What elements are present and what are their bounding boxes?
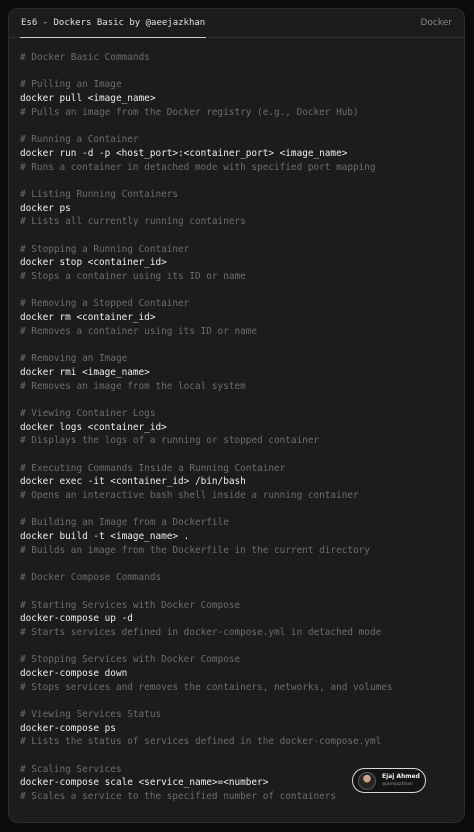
- code-line-comment: # Pulls an image from the Docker registr…: [20, 106, 359, 118]
- code-line-command: docker rmi <image_name>: [20, 366, 150, 378]
- code-line-comment: # Docker Compose Commands: [20, 572, 162, 584]
- code-line-comment: # Stops services and removes the contain…: [20, 681, 393, 693]
- code-line-comment: # Removing a Stopped Container: [20, 298, 190, 310]
- code-line-comment: # Running a Container: [20, 134, 139, 146]
- avatar: [358, 772, 376, 790]
- author-badge[interactable]: Ejaj Ahmed @aeejazkhan: [352, 768, 426, 793]
- code-line-comment: # Runs a container in detached mode with…: [20, 161, 376, 173]
- code-line-comment: # Pulling an Image: [20, 79, 122, 91]
- code-line-comment: # Docker Basic Commands: [20, 52, 150, 63]
- code-line-comment: # Stopping Services with Docker Compose: [20, 654, 241, 666]
- code-line-comment: # Lists all currently running containers: [20, 216, 246, 228]
- code-line-command: docker ps: [20, 202, 71, 214]
- code-line-command: docker stop <container_id>: [20, 257, 167, 269]
- code-line-command: docker build -t <image_name> .: [20, 531, 190, 543]
- code-line-command: docker run -d -p <host_port>:<container_…: [20, 147, 348, 159]
- author-handle: @aeejazkhan: [382, 782, 413, 787]
- code-line-comment: # Removes a container using its ID or na…: [20, 325, 258, 337]
- code-line-comment: # Removes an image from the local system: [20, 380, 246, 392]
- code-block: # Docker Basic Commands # Pulling an Imag…: [20, 51, 450, 804]
- code-line-command: docker exec -it <container_id> /bin/bash: [20, 476, 246, 488]
- code-line-command: docker-compose ps: [20, 722, 116, 734]
- tab-bar: Es6 - Dockers Basic by @aeejazkhan Docke…: [9, 9, 464, 38]
- code-line-command: docker logs <container_id>: [20, 421, 167, 433]
- code-line-comment: # Viewing Services Status: [20, 709, 162, 720]
- code-line-command: docker rm <container_id>: [20, 312, 156, 324]
- code-line-comment: # Executing Commands Inside a Running Co…: [20, 462, 286, 474]
- language-label: Docker: [420, 18, 452, 28]
- code-line-comment: # Stopping a Running Container: [20, 243, 190, 255]
- tab-file[interactable]: Es6 - Dockers Basic by @aeejazkhan: [20, 9, 207, 38]
- code-line-comment: # Displays the logs of a running or stop…: [20, 435, 320, 447]
- code-line-comment: # Lists the status of services defined i…: [20, 736, 382, 748]
- code-line-comment: # Removing an Image: [20, 353, 128, 365]
- author-name: Ejaj Ahmed: [382, 773, 420, 780]
- code-line-comment: # Viewing Container Logs: [20, 407, 156, 419]
- code-line-comment: # Builds an image from the Dockerfile in…: [20, 544, 370, 556]
- code-window: Es6 - Dockers Basic by @aeejazkhan Docke…: [8, 8, 465, 823]
- code-line-comment: # Stops a container using its ID or name: [20, 271, 246, 282]
- code-line-command: docker pull <image_name>: [20, 93, 156, 105]
- code-line-comment: # Listing Running Containers: [20, 188, 179, 200]
- code-line-comment: # Starts services defined in docker-comp…: [20, 626, 382, 638]
- code-line-comment: # Opens an interactive bash shell inside…: [20, 490, 359, 501]
- code-line-command: docker-compose up -d: [20, 613, 133, 625]
- code-line-comment: # Starting Services with Docker Compose: [20, 599, 241, 611]
- code-line-command: docker-compose down: [20, 667, 128, 679]
- code-line-comment: # Building an Image from a Dockerfile: [20, 517, 229, 529]
